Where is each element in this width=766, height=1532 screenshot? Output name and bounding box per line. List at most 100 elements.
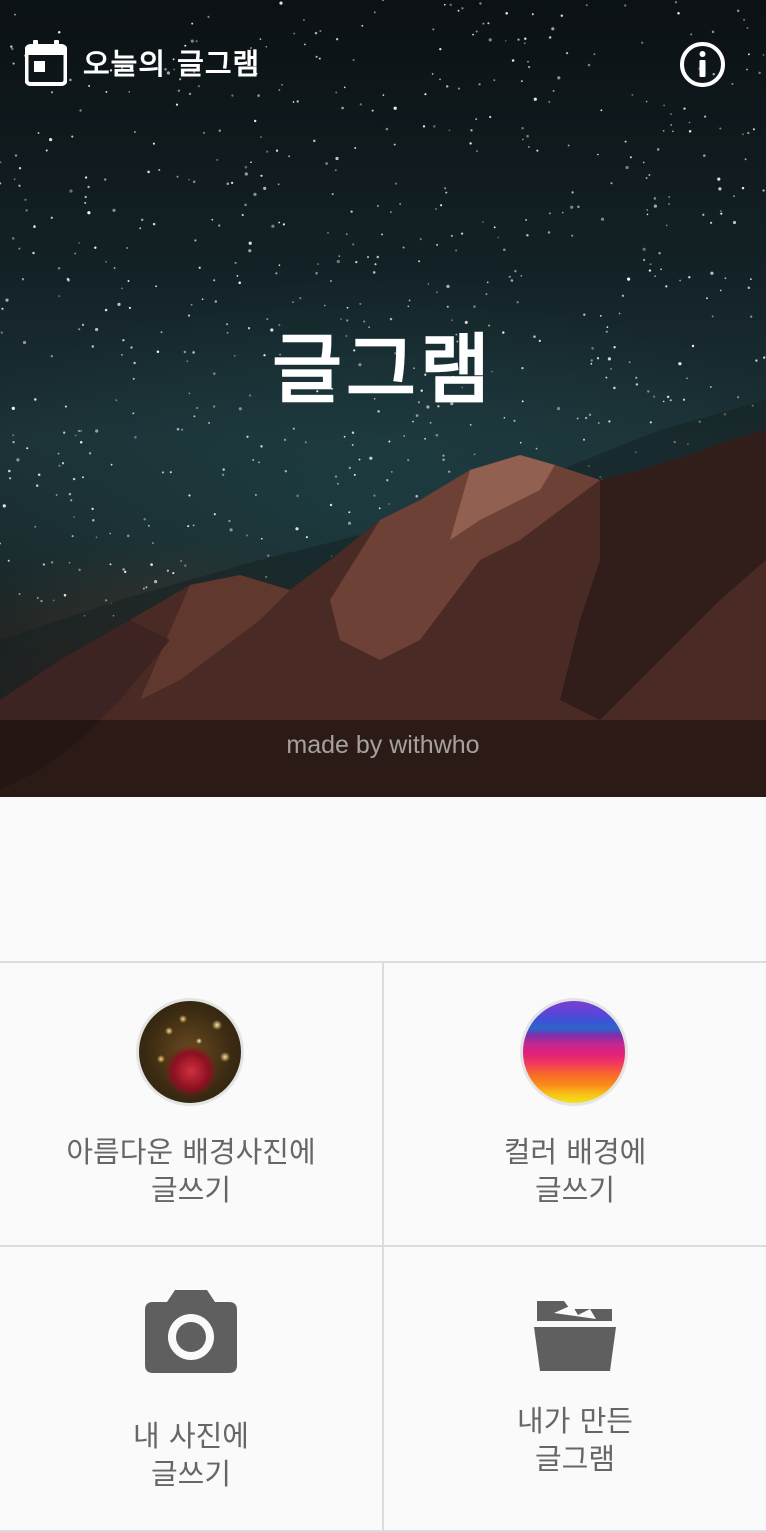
star [127, 280, 130, 282]
star [68, 492, 72, 496]
star [350, 210, 353, 213]
menu-item-background-photo[interactable]: 아름다운 배경사진에 글쓰기 [0, 963, 382, 1245]
star [418, 260, 421, 263]
star [513, 419, 516, 422]
star [37, 473, 41, 477]
star [74, 252, 77, 255]
star [258, 461, 260, 464]
star [208, 421, 211, 424]
star [169, 471, 172, 474]
star [151, 542, 154, 545]
star [188, 494, 191, 497]
star [435, 433, 439, 437]
star [732, 220, 737, 225]
star [345, 233, 348, 235]
star [668, 196, 671, 198]
star [26, 447, 29, 450]
star [747, 131, 750, 135]
star [117, 302, 121, 306]
star [724, 277, 727, 280]
menu-label-line1: 내 사진에 [133, 1419, 249, 1453]
star [63, 431, 66, 434]
star [366, 256, 370, 259]
star [176, 427, 180, 431]
star [548, 212, 551, 215]
star [63, 593, 67, 597]
star [104, 308, 108, 312]
star [445, 191, 448, 194]
star [244, 165, 248, 169]
star [658, 252, 661, 255]
star [412, 420, 414, 423]
star [260, 445, 263, 448]
menu-item-my-glgram[interactable]: 내가 만든 글그램 [384, 1247, 766, 1530]
star [327, 231, 329, 234]
star [33, 225, 36, 228]
star [126, 247, 129, 249]
star [424, 437, 427, 440]
star [522, 138, 524, 141]
info-icon[interactable] [679, 41, 726, 88]
star [88, 452, 92, 455]
star [222, 468, 225, 471]
star [732, 195, 736, 198]
star [292, 427, 295, 430]
star [228, 519, 231, 523]
calendar-icon[interactable] [25, 40, 67, 86]
star [70, 499, 73, 502]
star [84, 195, 87, 199]
star [305, 536, 308, 539]
star [315, 271, 318, 275]
star [126, 534, 130, 538]
star [0, 182, 2, 185]
star [653, 204, 658, 208]
star [442, 454, 445, 457]
star [469, 423, 472, 426]
star [58, 464, 61, 468]
star [14, 154, 18, 157]
menu-item-my-photo[interactable]: 내 사진에 글쓰기 [0, 1247, 382, 1530]
star [455, 249, 458, 252]
star [78, 242, 81, 244]
star [214, 300, 218, 303]
star [79, 440, 83, 444]
star [688, 276, 691, 279]
star [266, 150, 269, 153]
star [719, 210, 722, 213]
star [248, 249, 252, 253]
star [91, 507, 94, 511]
star [304, 441, 307, 444]
star [348, 466, 351, 470]
star [325, 162, 328, 165]
star [702, 213, 705, 216]
star [271, 224, 275, 228]
star [393, 143, 396, 146]
star [660, 268, 662, 271]
star [299, 297, 302, 300]
star [571, 234, 574, 237]
menu-grid: 아름다운 배경사진에 글쓰기 컬러 배경에 글쓰기 내 사진에 글쓰기 내가 만… [0, 961, 766, 1532]
star [34, 525, 37, 528]
top-app-bar: 오늘의 글그램 [0, 0, 766, 130]
menu-label-line2: 글쓰기 [150, 1457, 232, 1491]
star [742, 133, 744, 136]
star [436, 244, 438, 246]
star [313, 139, 316, 143]
star [104, 178, 107, 181]
star [158, 169, 161, 171]
star [646, 213, 649, 216]
star [381, 233, 384, 236]
star [561, 211, 564, 214]
star [749, 278, 752, 281]
star [627, 277, 631, 281]
star [679, 279, 681, 282]
star [32, 251, 35, 255]
menu-item-color-background[interactable]: 컬러 배경에 글쓰기 [384, 963, 766, 1245]
star [128, 306, 131, 309]
star [347, 521, 352, 525]
star [359, 302, 362, 305]
star [35, 484, 39, 487]
star [376, 255, 380, 259]
star [436, 291, 438, 294]
star [139, 227, 142, 230]
